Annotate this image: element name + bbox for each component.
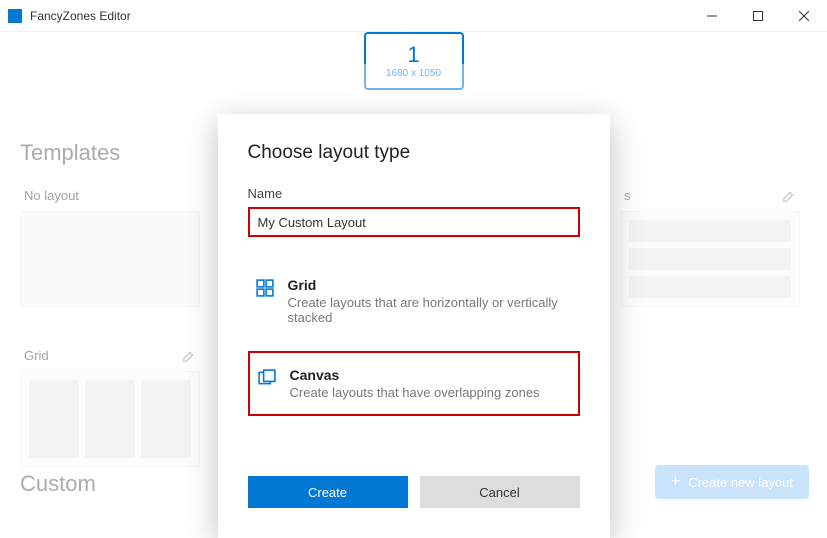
cancel-button[interactable]: Cancel bbox=[420, 476, 580, 508]
choose-layout-dialog: Choose layout type Name Grid Create layo… bbox=[218, 114, 610, 538]
minimize-button[interactable] bbox=[689, 0, 735, 31]
grid-icon bbox=[256, 279, 274, 297]
name-label: Name bbox=[248, 186, 580, 201]
option-title: Grid bbox=[288, 277, 572, 293]
dialog-title: Choose layout type bbox=[248, 142, 580, 164]
monitor-number: 1 bbox=[407, 44, 419, 66]
option-title: Canvas bbox=[290, 367, 540, 383]
canvas-icon bbox=[258, 369, 276, 387]
layout-name-input[interactable] bbox=[248, 207, 580, 237]
option-desc: Create layouts that are horizontally or … bbox=[288, 295, 572, 325]
window-controls bbox=[689, 0, 827, 31]
title-bar: FancyZones Editor bbox=[0, 0, 827, 32]
dialog-buttons: Create Cancel bbox=[248, 476, 580, 508]
window-title: FancyZones Editor bbox=[30, 9, 689, 23]
app-icon bbox=[8, 9, 22, 23]
create-button[interactable]: Create bbox=[248, 476, 408, 508]
layout-option-canvas[interactable]: Canvas Create layouts that have overlapp… bbox=[248, 351, 580, 416]
close-button[interactable] bbox=[781, 0, 827, 31]
main-content: 1 1680 x 1050 Templates No layout F s Gr… bbox=[0, 32, 827, 517]
option-desc: Create layouts that have overlapping zon… bbox=[290, 385, 540, 400]
layout-option-grid[interactable]: Grid Create layouts that are horizontall… bbox=[248, 263, 580, 339]
maximize-button[interactable] bbox=[735, 0, 781, 31]
